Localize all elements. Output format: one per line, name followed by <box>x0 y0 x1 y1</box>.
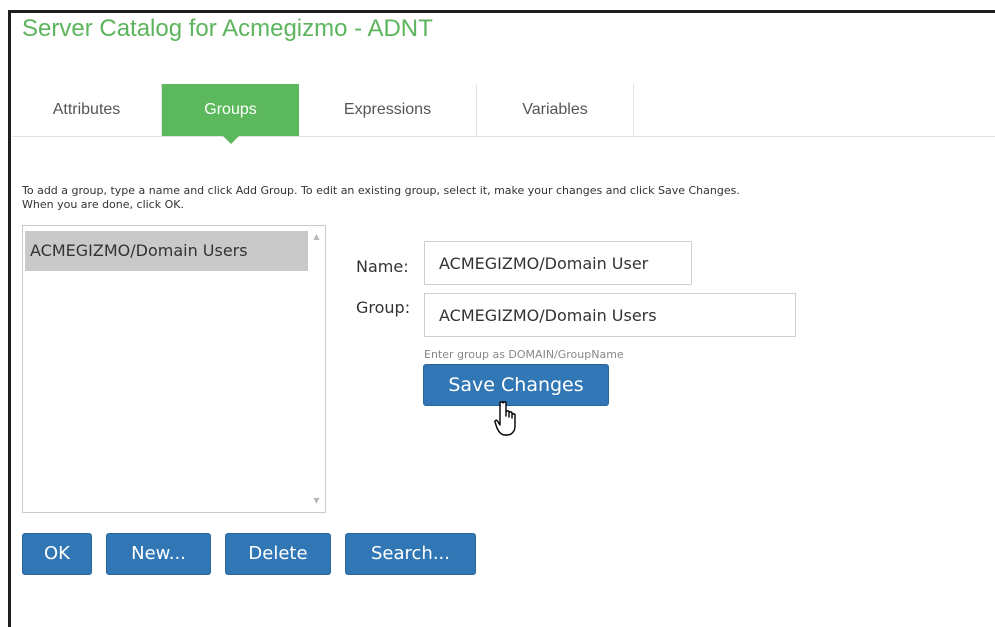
instructions-line-2: When you are done, click OK. <box>22 198 184 211</box>
triangle-down-icon[interactable]: ▼ <box>308 494 325 508</box>
group-listbox[interactable]: ACMEGIZMO/Domain Users ▲ ▼ <box>22 225 326 513</box>
list-item[interactable]: ACMEGIZMO/Domain Users <box>25 231 309 271</box>
group-field[interactable] <box>424 293 796 337</box>
listbox-scrollbar[interactable]: ▲ ▼ <box>308 226 325 512</box>
tab-expressions-label: Expressions <box>343 101 432 118</box>
triangle-up-icon[interactable]: ▲ <box>308 230 325 244</box>
instructions-line-1: To add a group, type a name and click Ad… <box>22 184 740 197</box>
tab-attributes[interactable]: Attributes <box>12 84 162 136</box>
delete-button[interactable]: Delete <box>225 533 331 575</box>
group-label: Group: <box>356 298 411 317</box>
hand-pointer-icon <box>494 401 516 436</box>
tab-attributes-label: Attributes <box>52 101 121 118</box>
tab-bar: Attributes Groups Expressions Variables <box>12 84 995 144</box>
name-label: Name: <box>356 257 409 276</box>
group-help-text: Enter group as DOMAIN/GroupName <box>424 348 624 361</box>
new-button[interactable]: New... <box>106 533 211 575</box>
window-top-border <box>8 10 995 13</box>
tab-groups-label: Groups <box>204 101 257 118</box>
window-left-border <box>8 10 11 627</box>
name-field[interactable] <box>424 241 692 285</box>
page-title: Server Catalog for Acmegizmo - ADNT <box>22 15 433 42</box>
tab-variables-label: Variables <box>522 101 588 118</box>
instructions-text: To add a group, type a name and click Ad… <box>22 184 995 212</box>
tab-expressions[interactable]: Expressions <box>299 84 477 136</box>
dialog-window: Server Catalog for Acmegizmo - ADNT Attr… <box>0 0 995 627</box>
search-button[interactable]: Search... <box>345 533 476 575</box>
ok-button[interactable]: OK <box>22 533 92 575</box>
tab-variables[interactable]: Variables <box>477 84 634 136</box>
tab-groups[interactable]: Groups <box>162 84 299 144</box>
